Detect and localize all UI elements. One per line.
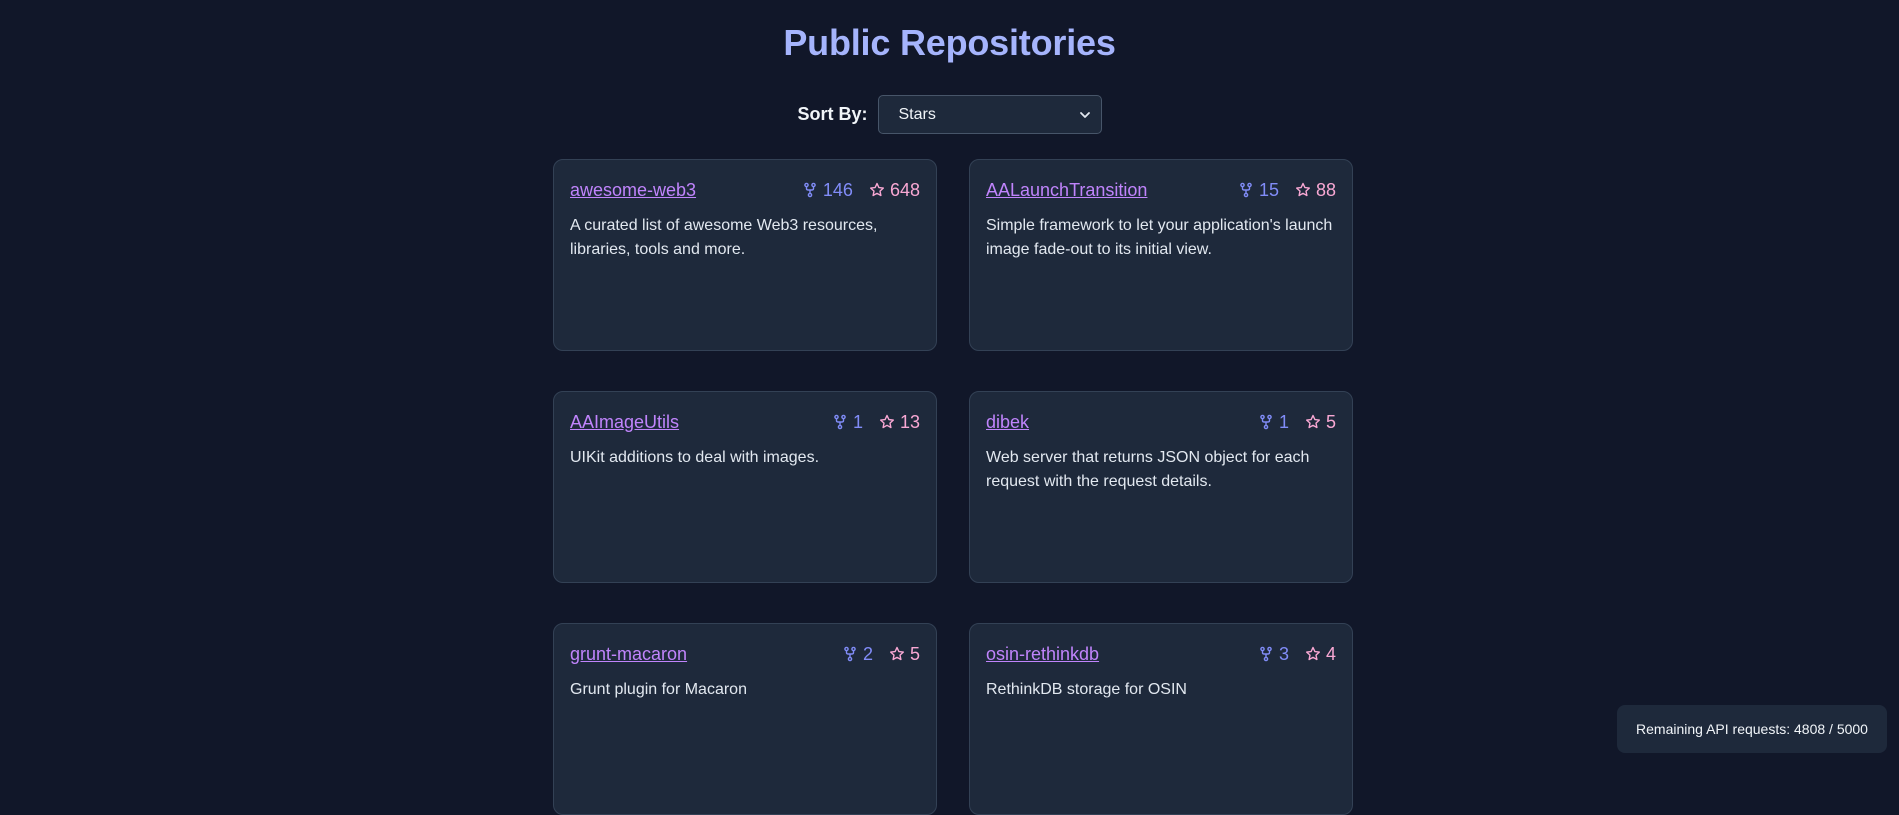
fork-icon xyxy=(844,646,856,662)
repo-description: UIKit additions to deal with images. xyxy=(570,449,820,466)
star-icon xyxy=(869,182,884,197)
fork-icon xyxy=(804,182,816,198)
star-icon xyxy=(879,414,894,429)
repo-card: AALaunchTransition 15 88 Simple framewor… xyxy=(969,159,1353,351)
repo-link[interactable]: osin-rethinkdb xyxy=(986,644,1099,665)
star-count: 4 xyxy=(1305,644,1336,665)
repo-card: AAImageUtils 1 13 UIKit additions to dea… xyxy=(553,391,937,583)
api-rate-limit-badge: Remaining API requests: 4808 / 5000 xyxy=(1617,705,1887,753)
repo-card: grunt-macaron 2 5 Grunt plugin for Macar… xyxy=(553,623,937,815)
repo-link[interactable]: AALaunchTransition xyxy=(986,180,1147,201)
sort-selected-value: Stars xyxy=(898,105,936,123)
star-count: 13 xyxy=(879,412,920,433)
api-remaining-text: Remaining API requests: 4808 / 5000 xyxy=(1636,721,1868,737)
repo-card: awesome-web3 146 648 A curated list of a… xyxy=(553,159,937,351)
repo-link[interactable]: grunt-macaron xyxy=(570,644,687,665)
repo-stats: 146 648 xyxy=(802,180,920,201)
repo-link[interactable]: awesome-web3 xyxy=(570,180,696,201)
fork-count: 1 xyxy=(1258,412,1289,433)
repo-stats: 1 13 xyxy=(832,412,920,433)
repo-link[interactable]: AAImageUtils xyxy=(570,412,679,433)
fork-count: 146 xyxy=(802,180,853,201)
fork-count: 3 xyxy=(1258,644,1289,665)
repo-card: dibek 1 5 Web server that returns JSON o… xyxy=(969,391,1353,583)
repo-description: Simple framework to let your application… xyxy=(986,217,1333,258)
fork-count: 15 xyxy=(1238,180,1279,201)
chevron-down-icon xyxy=(1079,111,1090,118)
repo-description: Web server that returns JSON object for … xyxy=(986,449,1310,490)
fork-count: 1 xyxy=(832,412,863,433)
repo-card: osin-rethinkdb 3 4 RethinkDB storage for… xyxy=(969,623,1353,815)
repo-stats: 3 4 xyxy=(1258,644,1336,665)
fork-icon xyxy=(834,414,846,430)
fork-icon xyxy=(1240,182,1252,198)
star-count: 88 xyxy=(1295,180,1336,201)
fork-icon xyxy=(1260,414,1272,430)
star-count: 5 xyxy=(1305,412,1336,433)
fork-count: 2 xyxy=(842,644,873,665)
star-count: 648 xyxy=(869,180,920,201)
star-icon xyxy=(1305,646,1320,661)
repo-description: RethinkDB storage for OSIN xyxy=(986,681,1187,698)
repo-stats: 2 5 xyxy=(842,644,920,665)
sort-select[interactable]: Stars xyxy=(877,95,1102,134)
star-icon xyxy=(889,646,904,661)
repo-stats: 15 88 xyxy=(1238,180,1336,201)
repo-description: A curated list of awesome Web3 resources… xyxy=(570,217,878,258)
repo-link[interactable]: dibek xyxy=(986,412,1029,433)
sort-label: Sort By: xyxy=(797,104,868,124)
star-icon xyxy=(1295,182,1310,197)
repo-description: Grunt plugin for Macaron xyxy=(570,681,747,698)
star-icon xyxy=(1305,414,1320,429)
repo-stats: 1 5 xyxy=(1258,412,1336,433)
page-title: Public Repositories xyxy=(783,22,1116,63)
fork-icon xyxy=(1260,646,1272,662)
sort-bar: Sort By: Stars xyxy=(0,95,1899,134)
star-count: 5 xyxy=(889,644,920,665)
